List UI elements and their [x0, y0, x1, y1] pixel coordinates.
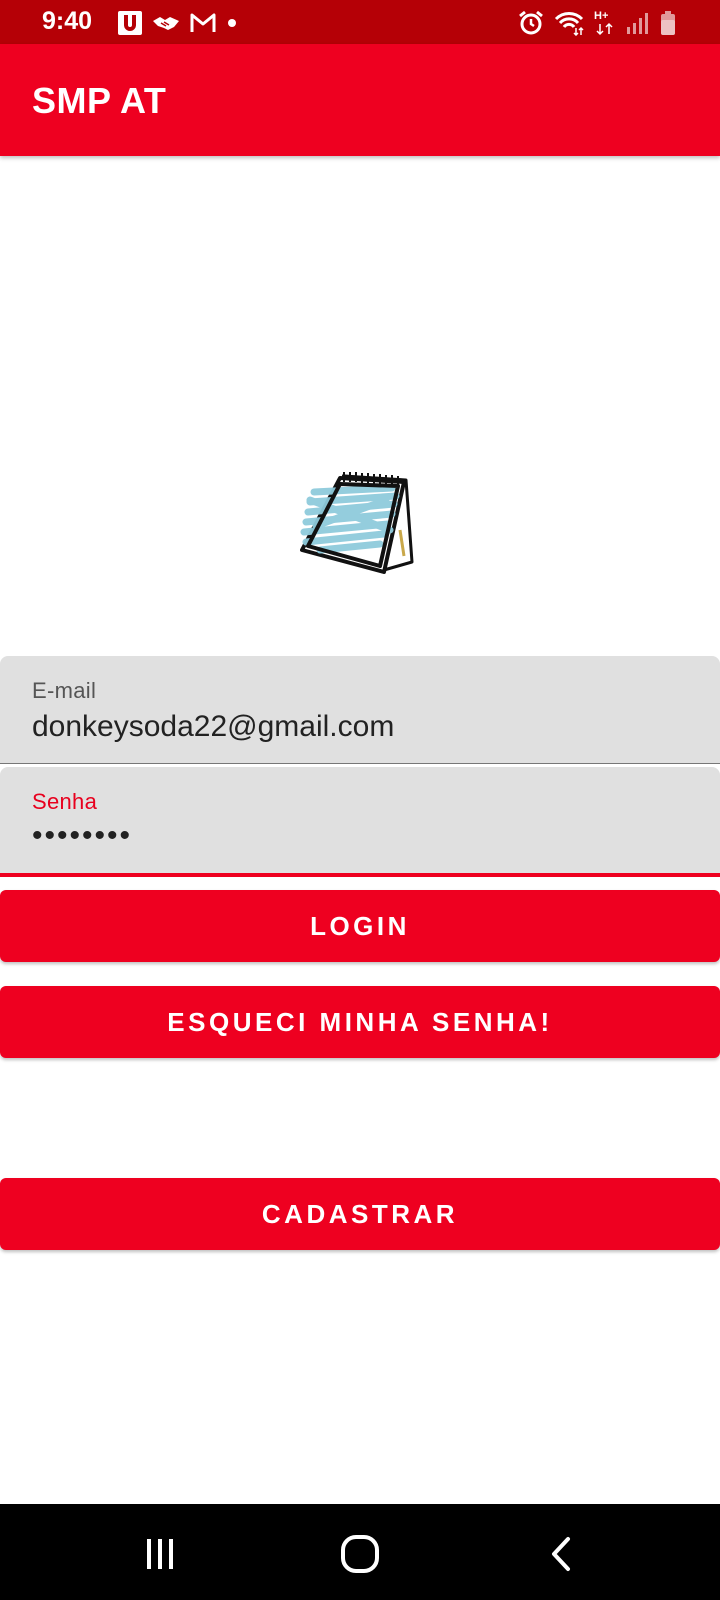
u-app-icon: [118, 11, 142, 35]
app-bar: SMP AT: [0, 44, 720, 156]
status-time: 9:40: [42, 7, 93, 35]
status-system-icons: H+: [518, 9, 676, 37]
forgot-password-button[interactable]: ESQUECI MINHA SENHA!: [0, 986, 720, 1058]
wifi-icon: [554, 10, 584, 36]
back-icon[interactable]: [532, 1532, 592, 1576]
home-icon[interactable]: [330, 1532, 390, 1576]
navigation-bar: [0, 1504, 720, 1600]
password-input[interactable]: ••••••••: [32, 819, 672, 853]
password-label: Senha: [32, 789, 98, 814]
email-field[interactable]: E-mail: [0, 656, 720, 764]
signal-icon: [626, 11, 650, 35]
login-button[interactable]: LOGIN: [0, 890, 720, 962]
email-label: E-mail: [32, 678, 97, 703]
alarm-icon: [518, 10, 544, 36]
app-title: SMP AT: [32, 80, 167, 121]
handshake-icon: [152, 13, 180, 33]
register-button[interactable]: CADASTRAR: [0, 1178, 720, 1250]
status-notification-icons: [118, 10, 238, 36]
notepad-icon: [300, 470, 420, 582]
battery-icon: [660, 10, 676, 36]
gmail-icon: [190, 13, 216, 33]
network-type-icon: H+: [594, 10, 616, 36]
password-field[interactable]: Senha ••••••••: [0, 767, 720, 877]
dot-icon: [226, 17, 238, 29]
recents-icon[interactable]: [130, 1532, 190, 1576]
status-bar: 9:40 H+: [0, 0, 720, 44]
email-input[interactable]: [32, 710, 672, 744]
